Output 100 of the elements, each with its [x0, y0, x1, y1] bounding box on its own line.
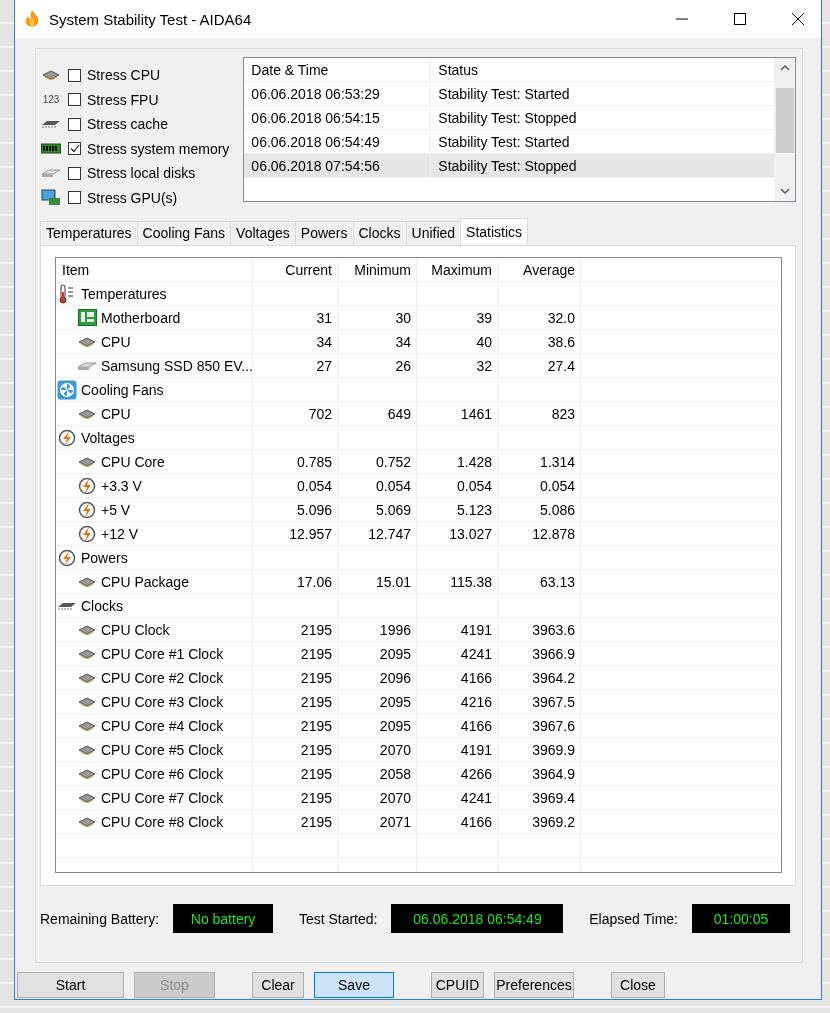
table-cell-text: 15.01 [374, 572, 412, 592]
table-cell: CPU Core #8 Clock [101, 813, 224, 830]
tab[interactable]: Temperatures [40, 220, 138, 245]
checkbox-label[interactable]: Stress FPU [87, 91, 159, 108]
checkbox[interactable] [68, 166, 81, 180]
table-cell: CPU Package [101, 573, 189, 590]
table-cell-text: 27 [315, 356, 333, 376]
table-cell-text: 4191 [459, 740, 493, 760]
scrollbar-thumb[interactable] [776, 88, 794, 153]
checkbox[interactable] [68, 117, 81, 131]
scroll-up-icon[interactable] [780, 64, 790, 72]
table-cell-text: 2070 [378, 740, 412, 760]
table-cell: +5 V [101, 501, 131, 518]
checkbox-label[interactable]: Stress local disks [87, 165, 196, 182]
checkbox[interactable] [68, 191, 81, 205]
table-cell: Clocks [81, 597, 123, 614]
table-cell-text: 2058 [378, 764, 412, 784]
table-cell-text: 5.123 [455, 500, 493, 520]
column-header[interactable]: Item [56, 257, 253, 282]
table-cell: Cooling Fans [81, 381, 164, 398]
status-label: Elapsed Time: [589, 910, 678, 927]
table-cell-text: 2195 [299, 668, 333, 688]
table-cell: Stability Test: Stopped [431, 154, 775, 178]
chip-icon [77, 456, 97, 467]
chip-icon [77, 792, 97, 803]
checkbox[interactable] [68, 93, 81, 107]
dialog-button[interactable]: Close [611, 971, 665, 998]
lightning-icon [78, 476, 96, 495]
flame-icon [23, 9, 41, 29]
table-cell-text: 1461 [459, 404, 493, 424]
scrollbar[interactable] [775, 58, 795, 201]
scroll-down-icon[interactable] [780, 187, 790, 195]
checkbox-label[interactable]: Stress GPU(s) [87, 189, 178, 206]
dialog-button[interactable]: Save [314, 971, 394, 998]
column-header[interactable]: Minimum [338, 257, 417, 282]
dialog-button[interactable]: Start [17, 971, 124, 998]
table-cell-text: 115.38 [449, 572, 493, 592]
fan-icon [57, 379, 77, 400]
table-cell: CPU [101, 333, 131, 350]
table-cell: 06.06.2018 06:54:15 [244, 106, 432, 130]
status-label: Test Started: [298, 910, 378, 927]
table-cell-text: 4241 [459, 644, 493, 664]
table-cell-text: 2195 [299, 692, 333, 712]
table-cell-text: 2195 [299, 620, 333, 640]
dialog-button[interactable]: Clear [252, 971, 304, 998]
table-cell-text: 38.6 [546, 332, 576, 352]
table-cell-text: 2095 [378, 716, 412, 736]
checkbox-label[interactable]: Stress CPU [87, 67, 161, 83]
chip-icon [77, 648, 97, 659]
disk-icon [41, 168, 61, 179]
table-cell: 06.06.2018 06:53:29 [244, 82, 432, 106]
log-row[interactable]: 06.06.2018 06:53:29 Stability Test: Started [244, 82, 775, 106]
table-cell-text: 0.054 [455, 476, 493, 496]
table-cell-text: 5.069 [374, 500, 412, 520]
table-cell-text: 4166 [459, 716, 493, 736]
dialog-button[interactable]: Preferences [494, 971, 574, 998]
chip-icon [77, 336, 97, 347]
chip-icon [77, 720, 97, 731]
table-cell: CPU Core [101, 453, 165, 470]
checkbox[interactable] [68, 142, 81, 156]
table-cell: CPU Core #5 Clock [101, 741, 224, 758]
table-cell-text: 3967.5 [531, 692, 576, 712]
table-cell-text: 13.027 [448, 524, 493, 544]
table-cell-text: 649 [386, 404, 412, 424]
table-cell-text: 40 [475, 332, 493, 352]
motherboard-icon [77, 309, 97, 327]
column-header[interactable]: Average [498, 257, 581, 282]
table-cell-text: 30 [394, 308, 412, 328]
chip-icon [57, 600, 77, 611]
checkbox[interactable] [68, 68, 81, 82]
memory-icon [41, 142, 61, 155]
table-cell: CPU Core #3 Clock [101, 693, 224, 710]
column-header[interactable]: Maximum [417, 257, 498, 282]
table-cell-text: 2071 [378, 812, 412, 832]
table-cell: CPU Core #6 Clock [101, 765, 224, 782]
log-row[interactable]: 06.06.2018 06:54:15 Stability Test: Stopped [244, 106, 775, 130]
table-cell-text: 3969.9 [531, 740, 576, 760]
table-cell-text: 34 [315, 332, 333, 352]
table-cell: Powers [81, 549, 128, 566]
table-cell-text: 2096 [378, 668, 412, 688]
table-cell-text: 2195 [299, 812, 333, 832]
log-row[interactable]: 06.06.2018 07:54:56 Stability Test: Stopped [244, 154, 775, 178]
table-cell-text: 3963.6 [531, 620, 576, 640]
table-cell-text: 31 [315, 308, 333, 328]
table-cell: CPU [101, 405, 131, 422]
checkbox-label[interactable]: Stress system memory [87, 140, 230, 157]
column-header[interactable]: Status [431, 58, 775, 82]
chip-icon [77, 768, 97, 779]
status-label: Remaining Battery: [40, 910, 160, 927]
table-cell-text: 3964.9 [531, 764, 576, 784]
table-cell: 06.06.2018 07:54:56 [244, 154, 432, 178]
chip-icon [77, 672, 97, 683]
table-cell: CPU Core #2 Clock [101, 669, 224, 686]
dialog-button[interactable]: CPUID [431, 971, 484, 998]
column-header[interactable]: Current [253, 257, 338, 282]
table-cell-text: 2095 [378, 644, 412, 664]
chip-icon [77, 624, 97, 635]
checkbox-label[interactable]: Stress cache [87, 116, 168, 133]
tab[interactable]: Statistics [460, 217, 529, 245]
column-header[interactable]: Date & Time [244, 58, 432, 82]
